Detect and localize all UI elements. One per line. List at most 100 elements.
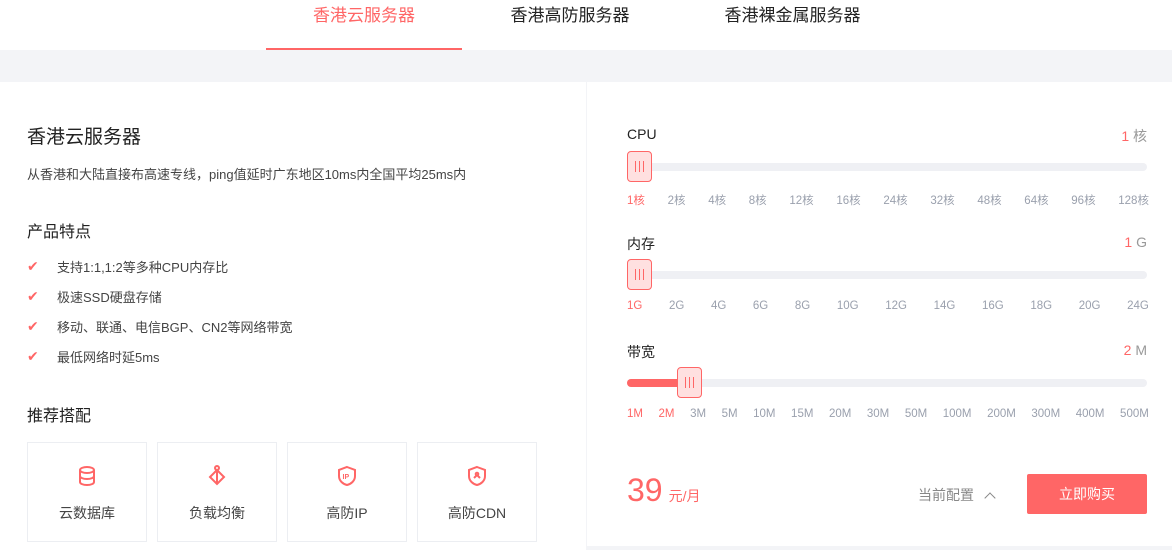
memory-unit: G [1136, 234, 1147, 250]
memory-value: 1 G [1124, 234, 1147, 250]
tick-label[interactable]: 96核 [1071, 192, 1095, 208]
tick-label[interactable]: 2G [669, 300, 684, 312]
tick-label[interactable]: 64核 [1024, 192, 1048, 208]
svg-text:IP: IP [343, 474, 350, 481]
tick-label[interactable]: 2核 [668, 192, 686, 208]
tick-label[interactable]: 18G [1030, 300, 1052, 312]
buy-now-button[interactable]: 立即购买 [1027, 474, 1147, 514]
tick-label[interactable]: 500M [1120, 408, 1149, 420]
tick-label[interactable]: 32核 [930, 192, 954, 208]
current-config-label: 当前配置 [918, 487, 974, 503]
product-tabs: 香港云服务器 香港高防服务器 香港裸金属服务器 [0, 0, 1172, 50]
tick-label[interactable]: 1G [627, 300, 642, 312]
tick-label[interactable]: 1M [627, 408, 643, 420]
tick-label[interactable]: 10G [837, 300, 859, 312]
tick-label[interactable]: 20M [829, 408, 851, 420]
tick-label[interactable]: 1核 [627, 192, 645, 208]
bandwidth-label: 带宽 [627, 344, 655, 360]
tick-label[interactable]: 4核 [708, 192, 726, 208]
tick-label[interactable]: 100M [943, 408, 972, 420]
check-icon: ✔ [27, 258, 39, 274]
features-title: 产品特点 [27, 224, 92, 241]
card-label: 云数据库 [59, 505, 115, 521]
tick-label[interactable]: 300M [1031, 408, 1060, 420]
memory-label: 内存 [627, 236, 655, 252]
product-info: 香港云服务器 从香港和大陆直接布高速专线，ping值延时广东地区10ms内全国平… [0, 82, 586, 550]
feature-item: ✔ 最低网络时延5ms [27, 347, 160, 366]
tick-label[interactable]: 8G [795, 300, 810, 312]
recommend-cloud-db[interactable]: 云数据库 [27, 442, 147, 542]
tick-label[interactable]: 2M [659, 408, 675, 420]
tick-label[interactable]: 50M [905, 408, 927, 420]
tick-label[interactable]: 4G [711, 300, 726, 312]
bandwidth-slider-handle[interactable] [677, 367, 703, 398]
tab-hk-cloud[interactable]: 香港云服务器 [266, 0, 462, 50]
cpu-slider[interactable] [627, 151, 1147, 182]
memory-slider[interactable] [627, 259, 1147, 290]
cpu-value-number: 1 [1121, 128, 1130, 144]
config-panel: CPU 1 核 1核 2核 4核 8核 12核 16核 24核 32核 48核 64核 96核 128… [587, 82, 1172, 546]
cpu-unit: 核 [1133, 128, 1147, 144]
bandwidth-value: 2 M [1124, 342, 1147, 358]
tick-label[interactable]: 14G [934, 300, 956, 312]
feature-text: 支持1:1,1:2等多种CPU内存比 [57, 260, 229, 275]
card-label: 高防CDN [447, 505, 507, 521]
bandwidth-slider[interactable] [627, 367, 1147, 398]
feature-item: ✔ 移动、联通、电信BGP、CN2等网络带宽 [27, 317, 292, 336]
tick-label[interactable]: 24G [1127, 300, 1149, 312]
cpu-value: 1 核 [1121, 126, 1147, 146]
bandwidth-unit: M [1135, 342, 1147, 358]
feature-text: 极速SSD硬盘存储 [57, 290, 162, 305]
load-balance-icon [208, 465, 226, 486]
chevron-up-icon [984, 492, 996, 504]
tick-label[interactable]: 30M [867, 408, 889, 420]
feature-text: 最低网络时延5ms [57, 350, 160, 365]
recommend-load-balance[interactable]: 负载均衡 [157, 442, 277, 542]
tick-label[interactable]: 16G [982, 300, 1004, 312]
shield-cdn-icon [468, 465, 486, 487]
feature-item: ✔ 支持1:1,1:2等多种CPU内存比 [27, 257, 228, 276]
tab-hk-baremetal[interactable]: 香港裸金属服务器 [705, 0, 880, 50]
cpu-label: CPU [627, 126, 657, 142]
tab-hk-ddos[interactable]: 香港高防服务器 [490, 0, 650, 50]
tick-label[interactable]: 12核 [789, 192, 813, 208]
tick-label[interactable]: 10M [753, 408, 775, 420]
tick-label[interactable]: 128核 [1118, 192, 1149, 208]
feature-text: 移动、联通、电信BGP、CN2等网络带宽 [57, 320, 293, 335]
tick-label[interactable]: 6G [753, 300, 768, 312]
product-desc: 从香港和大陆直接布高速专线，ping值延时广东地区10ms内全国平均25ms内 [27, 167, 467, 182]
price-unit: 元/月 [668, 488, 701, 504]
price: 39 元/月 [627, 472, 700, 509]
tick-label[interactable]: 3M [690, 408, 706, 420]
database-icon [79, 466, 95, 487]
tick-label[interactable]: 20G [1079, 300, 1101, 312]
tick-label[interactable]: 15M [791, 408, 813, 420]
check-icon: ✔ [27, 318, 39, 334]
check-icon: ✔ [27, 288, 39, 304]
cpu-slider-handle[interactable] [627, 151, 652, 182]
tick-label[interactable]: 200M [987, 408, 1016, 420]
memory-ticks: 1G 2G 4G 6G 8G 10G 12G 14G 16G 18G 20G 24G [627, 300, 1149, 312]
tick-label[interactable]: 12G [885, 300, 907, 312]
price-amount: 39 [627, 472, 663, 508]
tick-label[interactable]: 8核 [749, 192, 767, 208]
tick-label[interactable]: 16核 [836, 192, 860, 208]
tick-label[interactable]: 24核 [883, 192, 907, 208]
shield-ip-icon: IP [338, 465, 356, 487]
product-title: 香港云服务器 [27, 127, 142, 148]
current-config-toggle[interactable]: 当前配置 [918, 485, 996, 505]
memory-value-number: 1 [1124, 234, 1133, 250]
memory-slider-handle[interactable] [627, 259, 652, 290]
cpu-ticks: 1核 2核 4核 8核 12核 16核 24核 32核 48核 64核 96核 128核 [627, 192, 1149, 208]
bandwidth-value-number: 2 [1123, 342, 1132, 358]
tick-label[interactable]: 5M [722, 408, 738, 420]
recommend-ddos-cdn[interactable]: 高防CDN [417, 442, 537, 542]
feature-item: ✔ 极速SSD硬盘存储 [27, 287, 162, 306]
tick-label[interactable]: 400M [1076, 408, 1105, 420]
tick-label[interactable]: 48核 [977, 192, 1001, 208]
card-label: 负载均衡 [189, 505, 245, 521]
card-label: 高防IP [326, 505, 368, 521]
check-icon: ✔ [27, 348, 39, 364]
recommend-ddos-ip[interactable]: IP 高防IP [287, 442, 407, 542]
recommend-title: 推荐搭配 [27, 408, 92, 425]
